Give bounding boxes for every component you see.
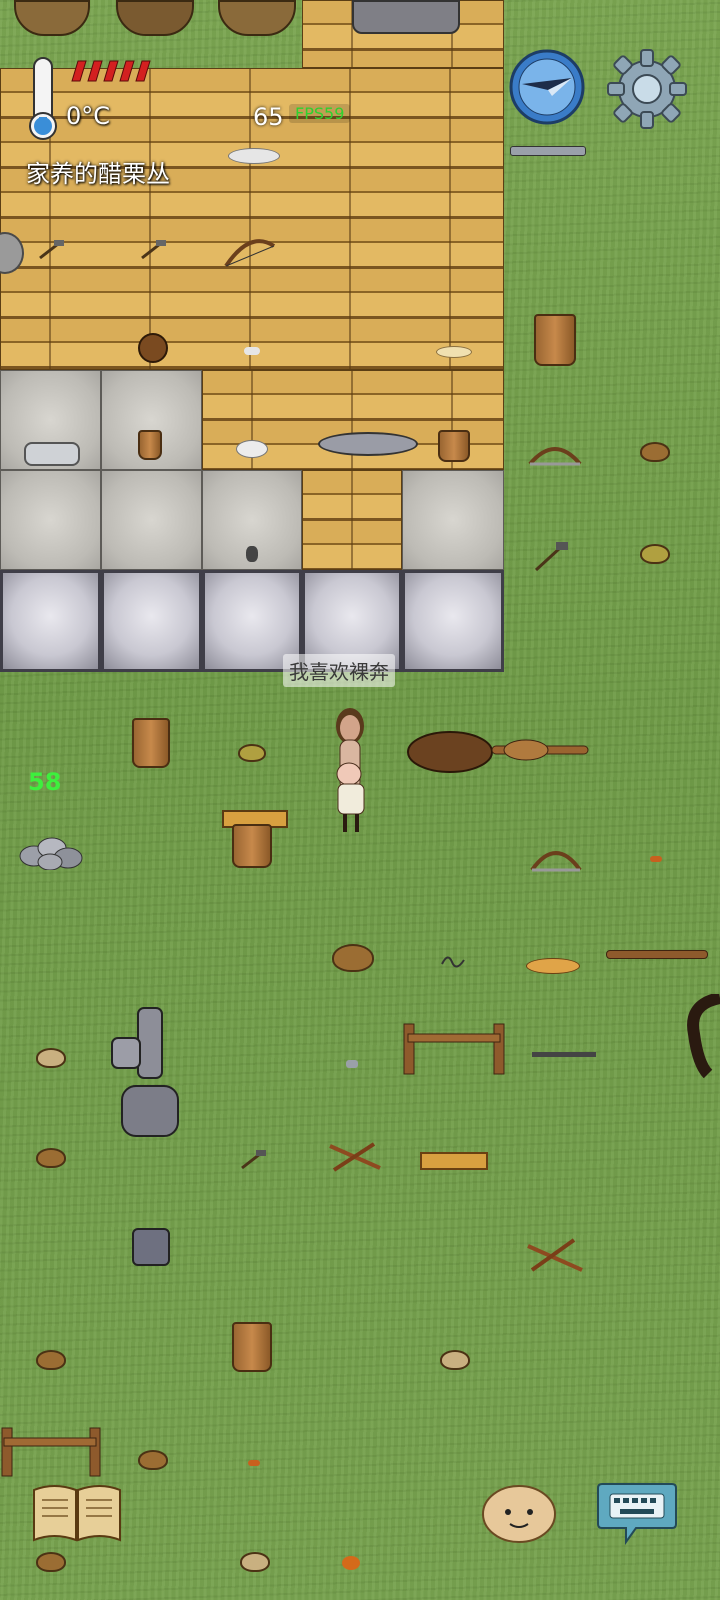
age-indicator: 58 <box>28 768 62 796</box>
health-bar-icon <box>71 60 151 82</box>
clay-crock[interactable] <box>232 1322 272 1372</box>
health-segment <box>135 60 151 82</box>
clay-crock[interactable] <box>534 314 576 366</box>
wooden-bucket[interactable] <box>138 430 162 460</box>
bow-saw-item[interactable] <box>528 840 584 874</box>
burdock-item[interactable] <box>138 333 168 363</box>
steel-rod[interactable] <box>510 146 586 156</box>
health-segment <box>103 60 119 82</box>
wooden-fence[interactable] <box>0 1424 106 1480</box>
clay-crock[interactable] <box>132 718 170 768</box>
carrot-item[interactable] <box>248 1460 260 1466</box>
snake-skin[interactable] <box>440 950 466 968</box>
stone-floor <box>101 470 202 570</box>
wooden-bucket[interactable] <box>438 430 470 462</box>
bison-on-spit[interactable] <box>404 728 594 782</box>
pile-of-stones[interactable] <box>18 826 88 870</box>
flatbread-item[interactable] <box>436 346 472 358</box>
bowl-of-seeds[interactable] <box>640 544 670 564</box>
fps-counter: FPS59 <box>289 104 351 123</box>
grinding-stones[interactable] <box>318 432 418 456</box>
clay-bowl[interactable] <box>36 1048 66 1068</box>
clay-crock[interactable] <box>232 824 272 868</box>
hammer-item[interactable] <box>238 1148 268 1170</box>
stone-chip[interactable] <box>346 1060 358 1068</box>
stone-floor <box>402 470 504 570</box>
clay-bowl[interactable] <box>36 1552 66 1572</box>
clay-bowl[interactable] <box>36 1148 66 1168</box>
crossed-sticks[interactable] <box>328 1140 382 1174</box>
reed-basket[interactable] <box>332 944 374 972</box>
clay-bowl[interactable] <box>440 1350 470 1370</box>
compost-pile[interactable] <box>116 0 194 36</box>
compost-pile[interactable] <box>14 0 90 36</box>
stone-kiln[interactable] <box>352 0 460 34</box>
horse-partial[interactable] <box>684 994 720 1078</box>
clay-bowl[interactable] <box>240 1552 270 1572</box>
gear-icon[interactable] <box>606 48 688 130</box>
clay-bowl[interactable] <box>640 442 670 462</box>
bread-loaves[interactable] <box>526 958 580 974</box>
player-character[interactable] <box>328 700 374 840</box>
health-segment <box>119 60 135 82</box>
arrow-item[interactable] <box>532 1052 596 1057</box>
keyboard-chat-icon[interactable] <box>596 1478 678 1546</box>
wooden-fence[interactable] <box>400 1020 510 1078</box>
food-counter: 65 <box>253 103 284 131</box>
fleece-item[interactable] <box>228 148 280 164</box>
white-bowl[interactable] <box>236 440 268 458</box>
health-segment <box>71 60 87 82</box>
iron-block[interactable] <box>132 1228 170 1266</box>
bow-saw-item[interactable] <box>526 438 584 468</box>
health-segment <box>87 60 103 82</box>
crossed-sticks[interactable] <box>526 1236 584 1274</box>
player-speech-bubble: 我喜欢裸奔 <box>283 654 395 687</box>
flint-chip[interactable] <box>246 546 258 562</box>
bone-item[interactable] <box>244 347 260 355</box>
carrot-item[interactable] <box>650 856 662 862</box>
orange-item[interactable] <box>342 1556 360 1570</box>
hover-object-label: 家养的醋栗丛 <box>26 160 170 188</box>
temperature-readout: 0°C <box>66 102 111 130</box>
compass-icon[interactable] <box>508 48 586 126</box>
emote-face-icon[interactable] <box>480 1480 558 1544</box>
stone-wall[interactable] <box>402 570 504 672</box>
bow-item[interactable] <box>222 226 278 274</box>
hammer-item[interactable] <box>138 238 168 260</box>
wood-floor <box>302 470 402 570</box>
stone-wall[interactable] <box>0 570 101 672</box>
newcomen-engine[interactable] <box>108 1004 190 1146</box>
compost-pile[interactable] <box>218 0 296 36</box>
hammer-item[interactable] <box>36 238 66 260</box>
stone-floor <box>0 470 101 570</box>
stacked-plates[interactable] <box>24 442 80 466</box>
thermometer-icon <box>29 57 57 140</box>
recipe-book-icon[interactable] <box>30 1482 124 1544</box>
log-item[interactable] <box>606 950 708 959</box>
game-world[interactable]: 我喜欢裸奔 58 <box>0 0 720 1600</box>
stone-wall[interactable] <box>101 570 202 672</box>
hammer-item[interactable] <box>532 540 570 574</box>
bowl-of-seeds[interactable] <box>238 744 266 762</box>
clay-bowl[interactable] <box>36 1350 66 1370</box>
wooden-board[interactable] <box>420 1152 488 1170</box>
clay-bowl[interactable] <box>138 1450 168 1470</box>
